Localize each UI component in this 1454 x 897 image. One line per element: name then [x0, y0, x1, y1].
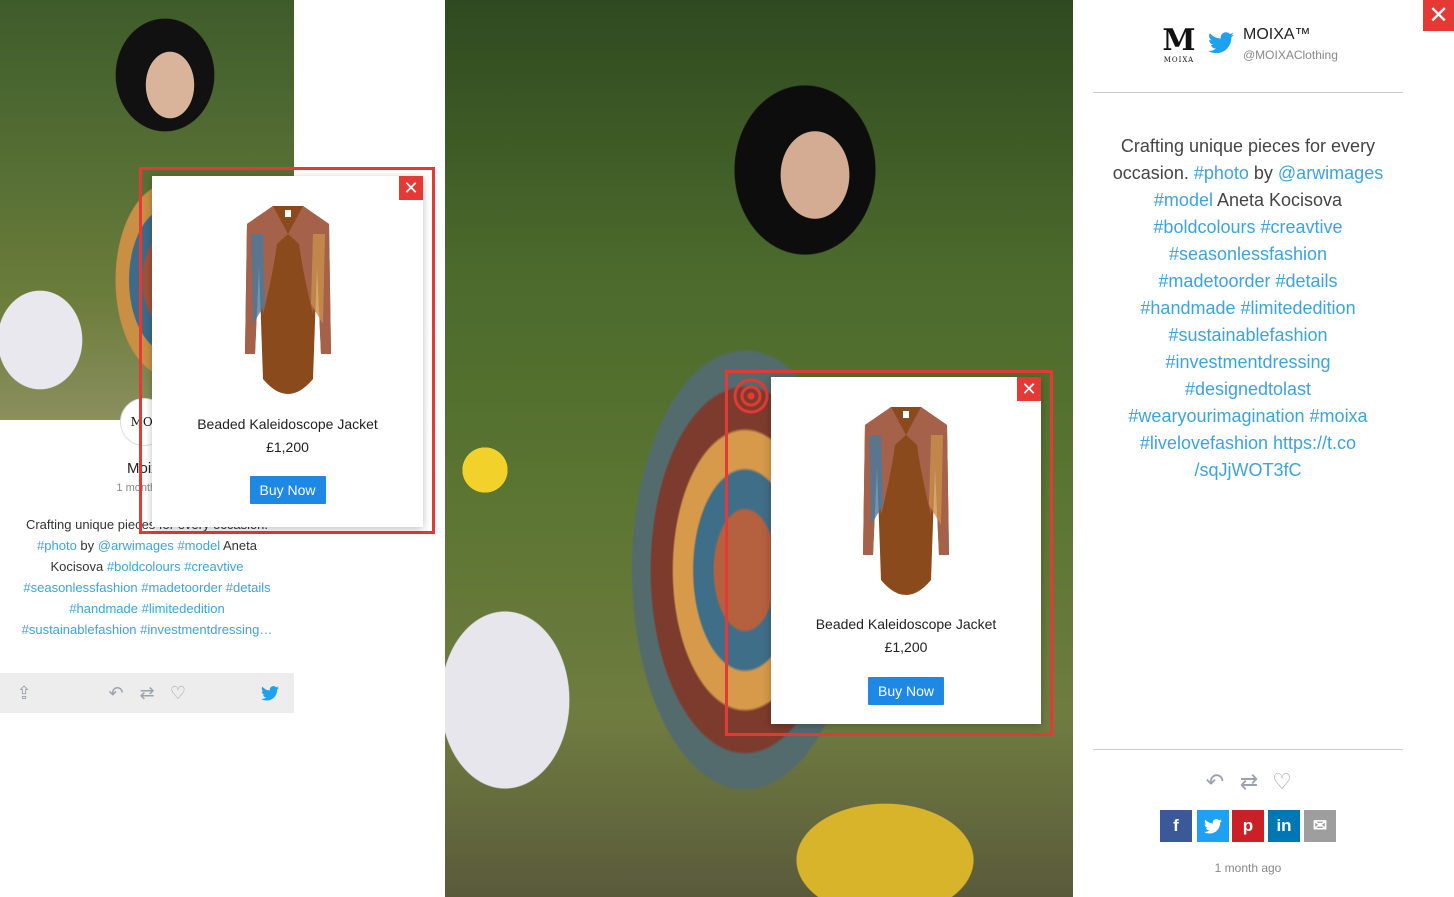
close-lightbox-icon[interactable]: ✕	[1423, 0, 1454, 31]
logo-word: MOIXA	[1163, 56, 1195, 64]
hashtag-link[interactable]: #limitededition	[142, 601, 225, 616]
twitter-bird-icon	[1204, 818, 1222, 834]
hashtag-link[interactable]: #details	[226, 580, 271, 595]
caption-text: Aneta Kocisova	[1212, 190, 1343, 210]
share-icon[interactable]: ⇪	[14, 683, 34, 703]
jacket-product-image[interactable]	[243, 204, 333, 404]
product-name: Beaded Kaleidoscope Jacket	[815, 616, 997, 632]
product-price: £1,200	[884, 639, 928, 655]
mention-link[interactable]: @arwimages	[1278, 163, 1383, 183]
hashtag-link[interactable]: #madetoorder	[141, 580, 222, 595]
hashtag-link[interactable]: #sustainablefashion	[1168, 325, 1327, 345]
divider	[1093, 92, 1403, 93]
reply-icon[interactable]: ↶	[106, 683, 126, 703]
card-action-bar: ⇪ ↶ ⇄ ♡	[0, 673, 294, 713]
caption-text: by	[76, 538, 98, 553]
hashtag-link[interactable]: #details	[1276, 271, 1338, 291]
buy-now-button[interactable]: Buy Now	[249, 476, 326, 504]
linkedin-share-button[interactable]: in	[1268, 810, 1300, 842]
email-share-button[interactable]: ✉	[1304, 810, 1336, 842]
hashtag-link[interactable]: #creavtive	[1261, 217, 1343, 237]
facebook-share-button[interactable]: f	[1160, 810, 1192, 842]
twitter-bird-icon[interactable]	[1208, 32, 1234, 54]
close-icon[interactable]: ✕	[399, 176, 423, 200]
twitter-share-button[interactable]	[1197, 810, 1229, 842]
twitter-bird-icon[interactable]	[260, 683, 280, 703]
hashtag-link[interactable]: #handmade	[1140, 298, 1235, 318]
product-name: Beaded Kaleidoscope Jacket	[197, 416, 378, 432]
like-icon[interactable]: ♡	[168, 683, 188, 703]
post-caption: Crafting unique pieces for every occasio…	[1103, 133, 1393, 484]
hashtag-link[interactable]: #seasonlessfashion	[1169, 244, 1327, 264]
reply-icon[interactable]: ↶	[1203, 770, 1227, 794]
pinterest-share-button[interactable]: p	[1232, 810, 1264, 842]
like-icon[interactable]: ♡	[1270, 770, 1294, 794]
hashtag-link[interactable]: #photo	[1194, 163, 1249, 183]
hashtag-link[interactable]: #limitededition	[1241, 298, 1356, 318]
hashtag-link[interactable]: #boldcolours	[1153, 217, 1255, 237]
retweet-icon[interactable]: ⇄	[1237, 770, 1261, 794]
hashtag-link[interactable]: #seasonlessfashion	[23, 580, 137, 595]
hashtag-link[interactable]: #model	[177, 538, 220, 553]
hashtag-link[interactable]: #designedtolast	[1185, 379, 1311, 399]
hashtag-link[interactable]: #wearyourimagination	[1128, 406, 1304, 426]
product-popup: ✕ Beaded Kaleidoscope Jacket £1,200 Buy …	[152, 176, 423, 527]
product-popup: ✕ Beaded Kaleidoscope Jacket £1,200 Buy …	[771, 377, 1041, 724]
hashtag-link[interactable]: #sustainablefashion	[22, 622, 137, 637]
brand-name[interactable]: MOIXA™	[1243, 26, 1311, 44]
brand-logo[interactable]: M MOIXA	[1160, 26, 1198, 66]
brand-handle[interactable]: @MOIXAClothing	[1243, 48, 1338, 62]
close-icon[interactable]: ✕	[1017, 377, 1041, 401]
hashtag-link[interactable]: #handmade	[69, 601, 138, 616]
hashtag-link[interactable]: #investmentdressing	[1165, 352, 1330, 372]
post-time: 1 month ago	[1214, 861, 1282, 875]
hashtag-link[interactable]: #model	[1154, 190, 1213, 210]
hashtag-link[interactable]: #livelovefashion	[1140, 433, 1268, 453]
hashtag-link[interactable]: #creavtive	[184, 559, 243, 574]
hashtag-link[interactable]: #investmentdressing…	[140, 622, 272, 637]
jacket-product-image[interactable]	[861, 405, 951, 605]
hashtag-link[interactable]: #boldcolours	[107, 559, 181, 574]
hashtag-link[interactable]: #madetoorder	[1158, 271, 1270, 291]
logo-letter: M	[1162, 23, 1196, 58]
divider	[1093, 749, 1403, 750]
retweet-icon[interactable]: ⇄	[137, 683, 157, 703]
hashtag-link[interactable]: #photo	[37, 538, 77, 553]
lightbox-stage: MOI Moixa 1 month ago Crafting unique pi…	[0, 0, 1454, 897]
caption-text: by	[1248, 163, 1278, 183]
mention-link[interactable]: @arwimages	[98, 538, 174, 553]
buy-now-button[interactable]: Buy Now	[867, 677, 945, 705]
product-price: £1,200	[266, 439, 309, 455]
hashtag-link[interactable]: #moixa	[1310, 406, 1368, 426]
